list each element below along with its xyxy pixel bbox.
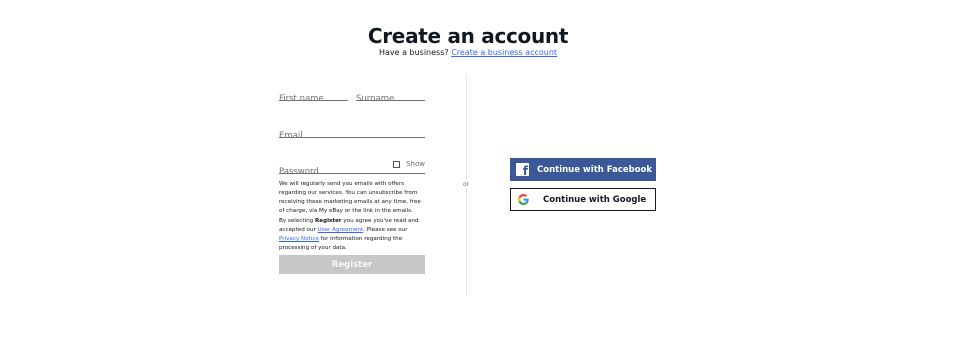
first-name-input[interactable] [279, 92, 348, 106]
email-input[interactable] [279, 129, 425, 143]
email-field[interactable] [279, 123, 425, 143]
agreement-notice: By selecting Register you agree you've r… [279, 217, 427, 253]
agreement-prefix: By selecting [279, 218, 315, 224]
facebook-button-label: Continue with Facebook [537, 164, 653, 175]
first-name-field[interactable] [279, 86, 348, 106]
continue-with-facebook-button[interactable]: f Continue with Facebook [510, 158, 656, 181]
password-input[interactable] [279, 165, 379, 179]
business-prompt: Have a business? Create a business accou… [0, 48, 936, 57]
password-field[interactable]: Show [279, 159, 425, 179]
create-business-account-link[interactable]: Create a business account [451, 48, 557, 57]
surname-input[interactable] [356, 92, 425, 106]
surname-field[interactable] [356, 86, 425, 106]
google-icon [518, 194, 529, 205]
agreement-after-link: . Please see our [363, 227, 408, 233]
show-password-toggle[interactable]: Show [393, 160, 425, 168]
privacy-notice-link[interactable]: Privacy Notice [279, 236, 319, 242]
facebook-icon: f [516, 163, 529, 177]
or-separator: or [463, 181, 470, 188]
continue-with-google-button[interactable]: Continue with Google [510, 188, 656, 211]
page-title: Create an account [367, 24, 569, 48]
business-prompt-text: Have a business? [378, 48, 449, 57]
marketing-notice: We will regularly send you emails with o… [279, 181, 421, 214]
register-button[interactable]: Register [279, 255, 425, 274]
show-password-label: Show [406, 160, 425, 168]
user-agreement-link[interactable]: User Agreement [318, 227, 364, 233]
google-button-label: Continue with Google [543, 194, 647, 205]
show-password-checkbox[interactable] [393, 160, 401, 168]
agreement-register-word: Register [314, 218, 342, 224]
